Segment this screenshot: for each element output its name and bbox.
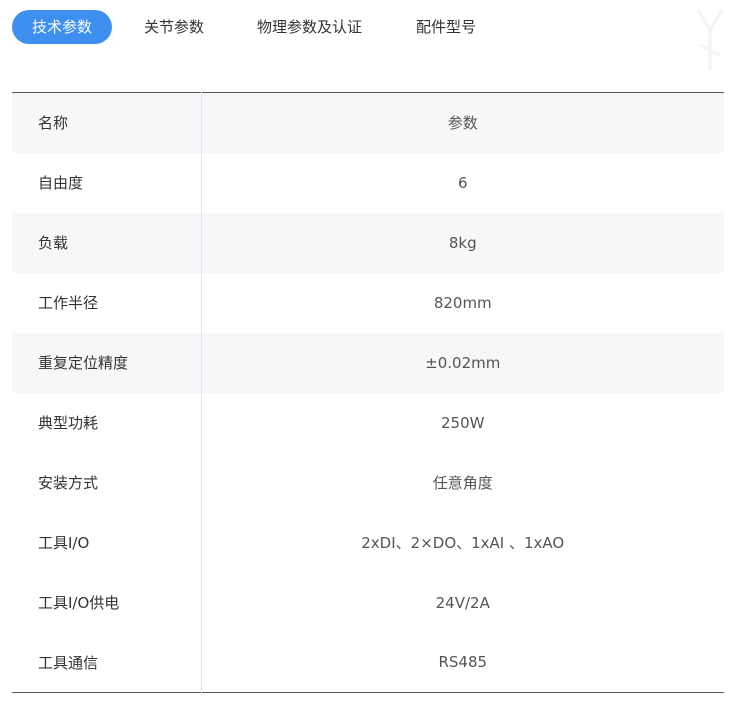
- row-name-cell: 工具通信: [12, 632, 202, 693]
- row-name-cell: 安装方式: [12, 452, 202, 513]
- table-row: 工具I/O 2xDI、2×DO、1xAI 、1xAO: [12, 512, 724, 573]
- table-row: 自由度 6: [12, 152, 724, 213]
- tab-physical-parameters-certification[interactable]: 物理参数及认证: [257, 10, 362, 44]
- row-value-cell: 6: [457, 173, 468, 192]
- row-name-cell: 工作半径: [12, 272, 202, 333]
- table-row: 工具通信 RS485: [12, 632, 724, 693]
- row-name-cell: 负载: [12, 212, 202, 273]
- table-row: 安装方式 任意角度: [12, 452, 724, 513]
- tab-technical-parameters[interactable]: 技术参数: [12, 10, 113, 44]
- row-value-cell: 820mm: [433, 293, 492, 312]
- row-value-cell: RS485: [438, 653, 488, 672]
- row-value-cell: 250W: [441, 413, 485, 432]
- row-name-cell: 工具I/O供电: [12, 572, 202, 633]
- row-value-cell: 8kg: [201, 212, 724, 273]
- table-row: 工具I/O供电 24V/2A: [12, 572, 724, 633]
- row-name-cell: 自由度: [12, 152, 202, 213]
- row-value-cell: 任意角度: [432, 474, 493, 492]
- spec-table: 名称 参数 自由度 6 负载 8kg 工作半径 820mm 重复定位精度 ±0.…: [12, 92, 724, 693]
- row-value-cell: 2xDI、2×DO、1xAI 、1xAO: [361, 534, 565, 552]
- tab-bar: 技术参数 关节参数 物理参数及认证 配件型号: [12, 10, 476, 44]
- row-value-cell: 24V/2A: [435, 593, 490, 612]
- row-value-cell: ±0.02mm: [201, 332, 724, 393]
- table-row: 重复定位精度 ±0.02mm: [12, 332, 724, 393]
- decorative-graphic: [696, 9, 724, 70]
- tab-joint-parameters[interactable]: 关节参数: [144, 10, 204, 44]
- header-value-cell: 参数: [201, 92, 724, 153]
- row-name-cell: 工具I/O: [12, 512, 202, 573]
- table-header-row: 名称 参数: [12, 92, 724, 153]
- table-row: 负载 8kg: [12, 212, 724, 273]
- tab-accessory-models[interactable]: 配件型号: [416, 10, 476, 44]
- table-row: 典型功耗 250W: [12, 392, 724, 453]
- row-name-cell: 重复定位精度: [12, 332, 202, 393]
- table-row: 工作半径 820mm: [12, 272, 724, 333]
- row-name-cell: 典型功耗: [12, 392, 202, 453]
- header-name-cell: 名称: [12, 92, 202, 153]
